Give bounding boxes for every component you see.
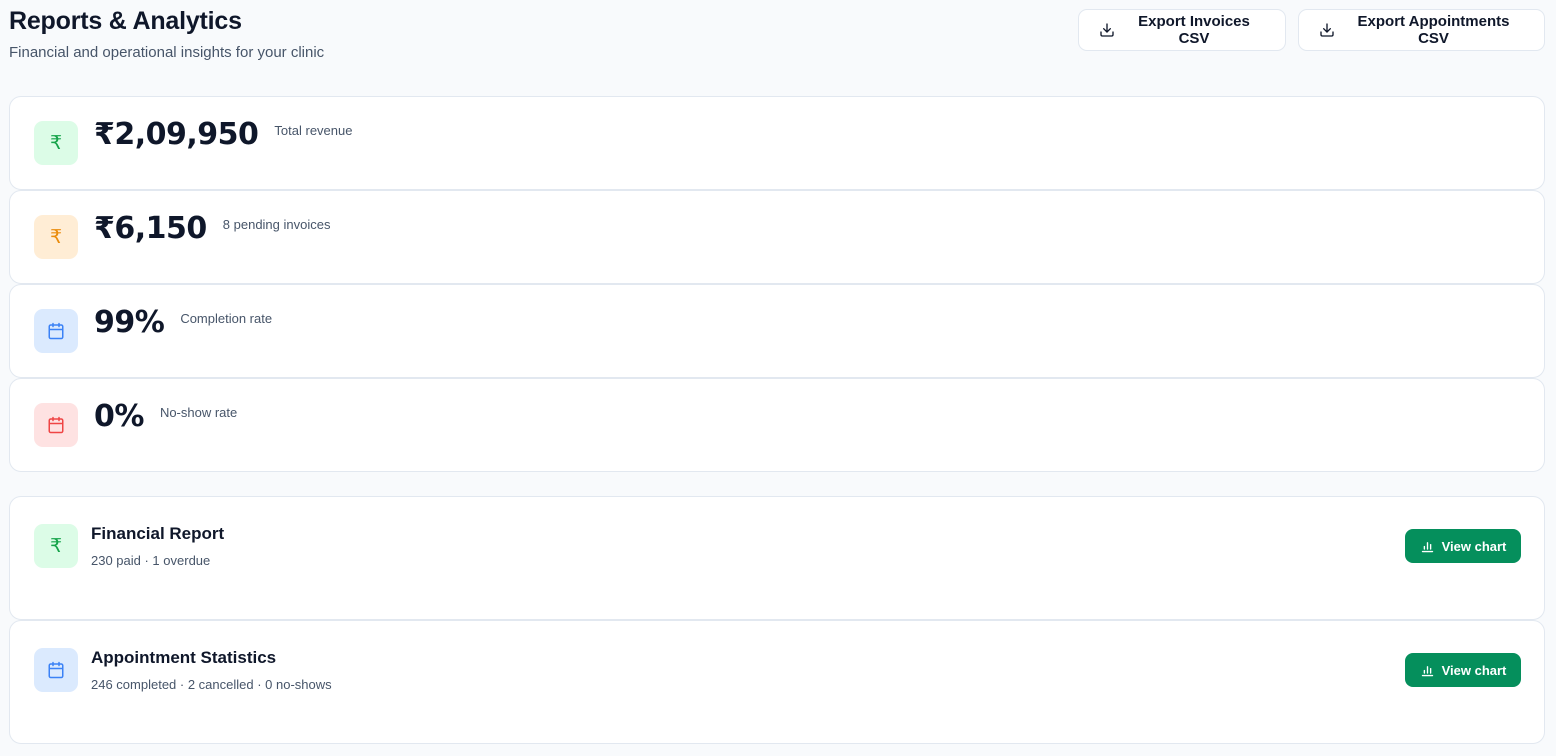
stat-card-no-show-rate: 0% No-show rate — [9, 378, 1545, 472]
rupee-icon: ₹ — [34, 524, 78, 568]
rupee-icon: ₹ — [34, 215, 78, 259]
rupee-icon: ₹ — [34, 121, 78, 165]
report-subtitle: 230 paid · 1 overdue — [91, 553, 211, 568]
stat-card-pending-invoices: ₹ ₹6,150 8 pending invoices — [9, 190, 1545, 284]
report-title: Financial Report — [91, 524, 225, 543]
stat-label: Completion rate — [180, 311, 273, 326]
financial-report-card: ₹ Financial Report 230 paid · 1 overdue … — [9, 496, 1545, 620]
download-icon — [1320, 23, 1334, 37]
stat-value: 0% — [94, 399, 144, 434]
stat-label: No-show rate — [159, 405, 238, 420]
export-invoices-csv-button[interactable]: Export Invoices CSV — [1078, 9, 1286, 51]
stat-value: 99% — [94, 305, 165, 340]
view-chart-button[interactable]: View chart — [1405, 529, 1521, 563]
page-title: Reports & Analytics — [9, 7, 242, 35]
bar-chart-icon — [1421, 541, 1433, 552]
view-chart-button[interactable]: View chart — [1405, 653, 1521, 687]
export-appointments-csv-button[interactable]: Export Appointments CSV — [1298, 9, 1545, 51]
report-subtitle: 246 completed · 2 cancelled · 0 no-shows — [91, 677, 332, 692]
export-invoices-label: Export Invoices CSV — [1138, 13, 1250, 47]
stat-value: ₹6,150 — [94, 211, 207, 246]
page-subtitle: Financial and operational insights for y… — [9, 44, 325, 61]
calendar-icon — [34, 648, 78, 692]
calendar-icon — [34, 403, 78, 447]
stat-label: 8 pending invoices — [222, 217, 331, 232]
stat-card-total-revenue: ₹ ₹2,09,950 Total revenue — [9, 96, 1545, 190]
view-chart-label: View chart — [1441, 538, 1507, 554]
calendar-icon — [34, 309, 78, 353]
appointment-statistics-card: Appointment Statistics 246 completed · 2… — [9, 620, 1545, 744]
report-title: Appointment Statistics — [91, 648, 277, 667]
reports-page: Reports & Analytics Financial and operat… — [0, 0, 1556, 756]
bar-chart-icon — [1421, 665, 1433, 676]
export-appointments-label: Export Appointments CSV — [1357, 13, 1510, 47]
stat-value: ₹2,09,950 — [94, 117, 259, 152]
stat-label: Total revenue — [274, 123, 353, 138]
stat-card-completion-rate: 99% Completion rate — [9, 284, 1545, 378]
download-icon — [1100, 23, 1114, 37]
view-chart-label: View chart — [1441, 662, 1507, 678]
